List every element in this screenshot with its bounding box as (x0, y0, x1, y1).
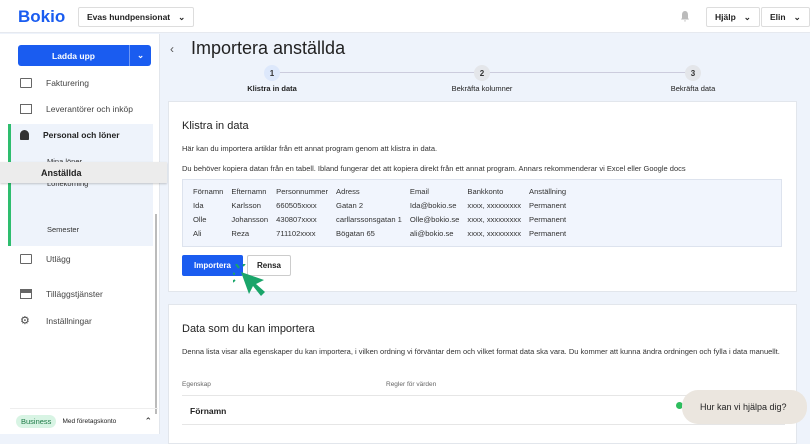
company-selector[interactable]: Evas hundpensionat ⌄ (78, 7, 195, 27)
card-title: Klistra in data (182, 120, 249, 132)
table-cell: xxxx, xxxxxxxxx (467, 215, 521, 224)
paste-data-card: Klistra in data Här kan du importera art… (168, 101, 797, 296)
table-cell: Adress (336, 187, 360, 196)
table-cell: ali@bokio.se (409, 229, 454, 238)
step-label: Bekräfta data (670, 84, 716, 93)
bokio-logo[interactable]: Bokio (18, 7, 65, 27)
upload-dropdown-chevron-icon[interactable]: ⌄ (130, 45, 151, 66)
table-cell: 711102xxxx (276, 229, 316, 238)
plan-text: Med företagskonto (62, 418, 117, 425)
chevron-up-icon: ⌃ (144, 416, 152, 426)
table-cell: Olle (193, 215, 207, 224)
table-header-row: Förnamn Efternamn Personnummer Adress Email B… (193, 185, 574, 199)
column-header-egenskap: Egenskap (182, 381, 211, 388)
table-cell: 430807xxxx (276, 215, 317, 224)
table-cell: Permanent (529, 215, 567, 224)
sidebar-item-leverantorer[interactable]: Leverantörer och inköp (10, 104, 153, 114)
table-cell: Bögatan 65 (336, 229, 375, 238)
table-cell: Bankkonto (467, 187, 504, 196)
help-label: Hjälp (715, 12, 736, 22)
sidebar-scrollbar[interactable] (155, 214, 157, 414)
info-description: Denna lista visar alla egenskaper du kan… (182, 347, 780, 356)
bell-icon[interactable] (679, 10, 691, 22)
table-cell: Permanent (529, 201, 567, 210)
chevron-down-icon: ⌄ (743, 11, 751, 22)
upload-split-button: Ladda upp ⌄ (18, 45, 151, 66)
table-cell: Anställning (529, 187, 567, 196)
sidebar-subitem-semester[interactable]: Semester (47, 225, 79, 234)
table-cell: Permanent (529, 229, 567, 238)
table-row: Ali Reza 711102xxxx Bögatan 65 ali@bokio.se x… (193, 227, 574, 241)
chevron-down-icon: ⌄ (793, 11, 801, 22)
table-cell: Olle@bokio.se (409, 215, 460, 224)
chat-widget[interactable]: Hur kan vi hjälpa dig? (682, 390, 807, 424)
step-number: 3 (685, 65, 701, 81)
card-icon (20, 254, 32, 264)
label: Fakturering (46, 78, 89, 88)
label: Utlägg (46, 254, 71, 264)
user-menu[interactable]: Elin ⌄ (761, 7, 810, 27)
upload-button[interactable]: Ladda upp (18, 45, 130, 66)
sidebar-item-installningar[interactable]: ⚙ Inställningar (10, 315, 153, 327)
gear-icon: ⚙ (20, 315, 30, 327)
top-bar: Bokio Evas hundpensionat ⌄ Hjälp ⌄ Elin ⌄ (0, 0, 810, 33)
table-cell: Personnummer (276, 187, 329, 196)
plan-footer[interactable]: Business Med företagskonto ⌃ (10, 408, 158, 434)
table-cell: Förnamn (193, 187, 224, 196)
step-1: 1 Klistra in data (212, 65, 332, 93)
table-cell: Reza (231, 229, 250, 238)
step-2: 2 Bekräfta kolumner (422, 65, 542, 93)
table-cell: Efternamn (231, 187, 267, 196)
table-cell: carllarssonsgatan 1 (336, 215, 402, 224)
table-cell: xxxx, xxxxxxxxx (467, 229, 521, 238)
user-label: Elin (770, 12, 786, 22)
step-number: 1 (264, 65, 280, 81)
page-title: Importera anställda (191, 38, 346, 58)
cursor-pointer-icon (233, 264, 265, 296)
step-label: Klistra in data (247, 84, 297, 93)
store-icon (20, 289, 32, 299)
table-cell: xxxx, xxxxxxxxx (467, 201, 521, 210)
chevron-down-icon: ⌄ (178, 11, 186, 22)
sidebar-item-utlagg[interactable]: Utlägg (10, 254, 153, 264)
table-cell: Email (409, 187, 429, 196)
sidebar-item-tillaggstjanster[interactable]: Tilläggstjänster (10, 289, 153, 299)
table-row: Olle Johansson 430807xxxx carllarssonsgatan… (193, 213, 574, 227)
label: Inställningar (46, 316, 92, 326)
column-header-regler: Regler för värden (386, 381, 437, 388)
back-chevron-icon[interactable]: ‹ (170, 42, 174, 56)
table-row: Ida Karlsson 660505xxxx Gatan 2 Ida@bokio.se… (193, 199, 574, 213)
table-cell: 660505xxxx (276, 201, 317, 210)
company-name: Evas hundpensionat (87, 12, 171, 22)
table-cell: Gatan 2 (336, 201, 364, 210)
sidebar-item-personal[interactable]: Personal och löner (10, 130, 153, 140)
property-row-fornamn: Förnamn (190, 406, 227, 416)
step-label: Bekräfta kolumner (451, 84, 513, 93)
help-menu[interactable]: Hjälp ⌄ (706, 7, 760, 27)
table-cell: Ida (193, 201, 204, 210)
paste-description: Här kan du importera artiklar från ett a… (182, 144, 438, 153)
table-cell: Ali (193, 229, 202, 238)
card-title: Data som du kan importera (182, 323, 315, 335)
pasted-data-table: Förnamn Efternamn Personnummer Adress Email B… (193, 185, 574, 241)
label: Personal och löner (43, 130, 120, 140)
sidebar-subitem-anstallda[interactable]: Anställda (0, 162, 167, 183)
inbox-download-icon (20, 104, 32, 114)
table-cell: Karlsson (231, 201, 261, 210)
table-cell: Ida@bokio.se (409, 201, 457, 210)
label: Leverantörer och inköp (46, 104, 133, 114)
sidebar-item-fakturering[interactable]: Fakturering (10, 78, 153, 88)
plan-badge: Business (16, 415, 57, 428)
invoice-icon (20, 78, 32, 88)
paste-instructions: Du behöver kopiera datan från en tabell.… (182, 164, 686, 173)
step-3: 3 Bekräfta data (633, 65, 753, 93)
label: Tilläggstjänster (46, 289, 103, 299)
person-icon (20, 130, 29, 140)
sidebar: Ladda upp ⌄ Fakturering Leverantörer och … (0, 34, 160, 434)
step-number: 2 (474, 65, 490, 81)
paste-textarea[interactable]: Förnamn Efternamn Personnummer Adress Email B… (182, 179, 782, 247)
table-cell: Johansson (231, 215, 269, 224)
